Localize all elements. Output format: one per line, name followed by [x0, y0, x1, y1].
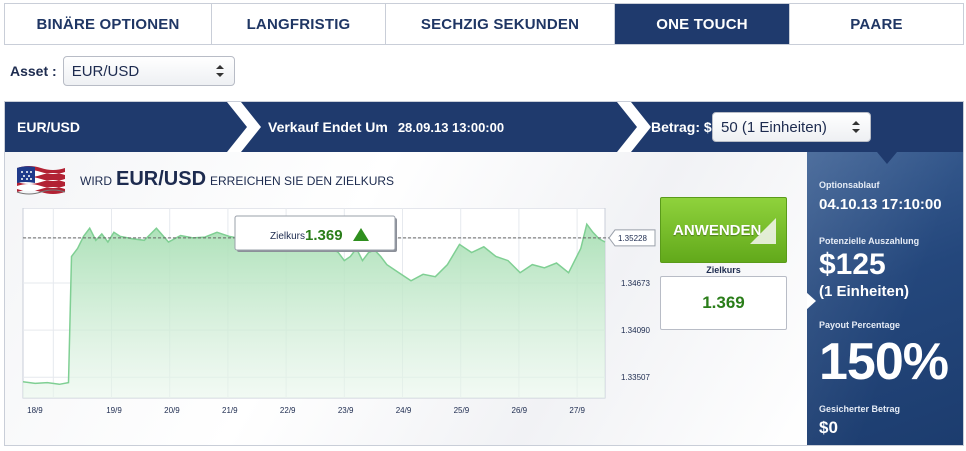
trading-panel: EUR/USD Verkauf Endet Um 28.09.13 13:00:… [4, 101, 964, 446]
pointer-right-icon [807, 292, 816, 310]
chevron-separator-icon [227, 102, 261, 152]
select-arrows-icon [215, 65, 224, 77]
percentage-label: Payout Percentage [819, 320, 901, 330]
asset-row: Asset : EUR/USD [10, 56, 235, 86]
x-tick-label: 23/9 [338, 406, 354, 415]
sale-ends: Verkauf Endet Um 28.09.13 13:00:00 [268, 102, 504, 152]
x-tick-label: 25/9 [454, 406, 470, 415]
x-tick-label: 26/9 [512, 406, 528, 415]
target-rate-value: 1.369 [660, 276, 787, 330]
headline-asset: EUR/USD [116, 168, 207, 190]
tooltip-label: Zielkurs [270, 231, 305, 242]
secured-amount-value: $0 [819, 418, 838, 437]
select-arrows-icon [852, 121, 860, 133]
headline-suffix: ERREICHEN SIE DEN ZIELKURS [210, 174, 395, 188]
expiry-value: 04.10.13 17:10:00 [819, 196, 942, 213]
amount-label: Betrag: $ [651, 119, 712, 135]
notch-down-icon [877, 152, 897, 164]
x-tick-label: 21/9 [222, 406, 238, 415]
amount-select-value: 50 (1 Einheiten) [721, 118, 827, 136]
up-arrow-icon [750, 218, 776, 244]
percentage-value: 150% [819, 333, 949, 391]
headline-prefix: WIRD [80, 174, 112, 188]
apply-button[interactable]: ANWENDEN [660, 197, 787, 263]
sale-ends-label: Verkauf Endet Um [268, 119, 388, 135]
target-price-tag-label: 1.35228 [618, 234, 647, 243]
y-tick-label: 1.34673 [621, 279, 650, 288]
expiry-label: Optionsablauf [819, 180, 880, 190]
x-tick-label: 24/9 [396, 406, 412, 415]
option-header-bar: EUR/USD Verkauf Endet Um 28.09.13 13:00:… [5, 102, 963, 152]
tab-long-term[interactable]: LANGFRISTIG [212, 4, 386, 44]
product-tabs: BINÄRE OPTIONEN LANGFRISTIG SECHZIG SEKU… [4, 3, 964, 45]
tooltip-value: 1.369 [305, 227, 343, 244]
x-tick-label: 22/9 [280, 406, 296, 415]
asset-label: Asset : [10, 63, 57, 79]
payout-label: Potenzielle Auszahlung [819, 236, 920, 246]
option-content: WIRD EUR/USD ERREICHEN SIE DEN ZIELKURS … [5, 152, 807, 445]
payout-value: $125 [819, 248, 886, 281]
payout-units: (1 Einheiten) [819, 283, 910, 300]
option-headline: WIRD EUR/USD ERREICHEN SIE DEN ZIELKURS [80, 168, 394, 191]
tab-sixty-seconds[interactable]: SECHZIG SEKUNDEN [386, 4, 615, 44]
price-chart: 1.352281.346731.340901.335071.3522818/91… [22, 208, 656, 415]
asset-select[interactable]: EUR/USD [62, 56, 235, 86]
sale-ends-value: 28.09.13 13:00:00 [397, 119, 505, 135]
x-tick-label: 27/9 [569, 406, 585, 415]
secured-amount-label: Gesicherter Betrag [819, 404, 901, 414]
tab-binary-options[interactable]: BINÄRE OPTIONEN [5, 4, 212, 44]
eur-usd-flag-icon [16, 166, 66, 195]
payout-info-panel: Optionsablauf 04.10.13 17:10:00 Potenzie… [807, 152, 963, 445]
x-tick-label: 19/9 [106, 406, 122, 415]
asset-select-value: EUR/USD [71, 62, 140, 80]
target-box-label: Zielkurs [706, 265, 741, 275]
y-tick-label: 1.33507 [621, 373, 650, 382]
tab-one-touch[interactable]: ONE TOUCH [615, 4, 790, 44]
header-asset: EUR/USD [17, 119, 81, 135]
amount-select[interactable]: 50 (1 Einheiten) [712, 112, 871, 142]
tab-pairs[interactable]: PAARE [790, 4, 963, 44]
x-tick-label: 18/9 [27, 406, 43, 415]
x-tick-label: 20/9 [164, 406, 180, 415]
y-tick-label: 1.34090 [621, 326, 650, 335]
